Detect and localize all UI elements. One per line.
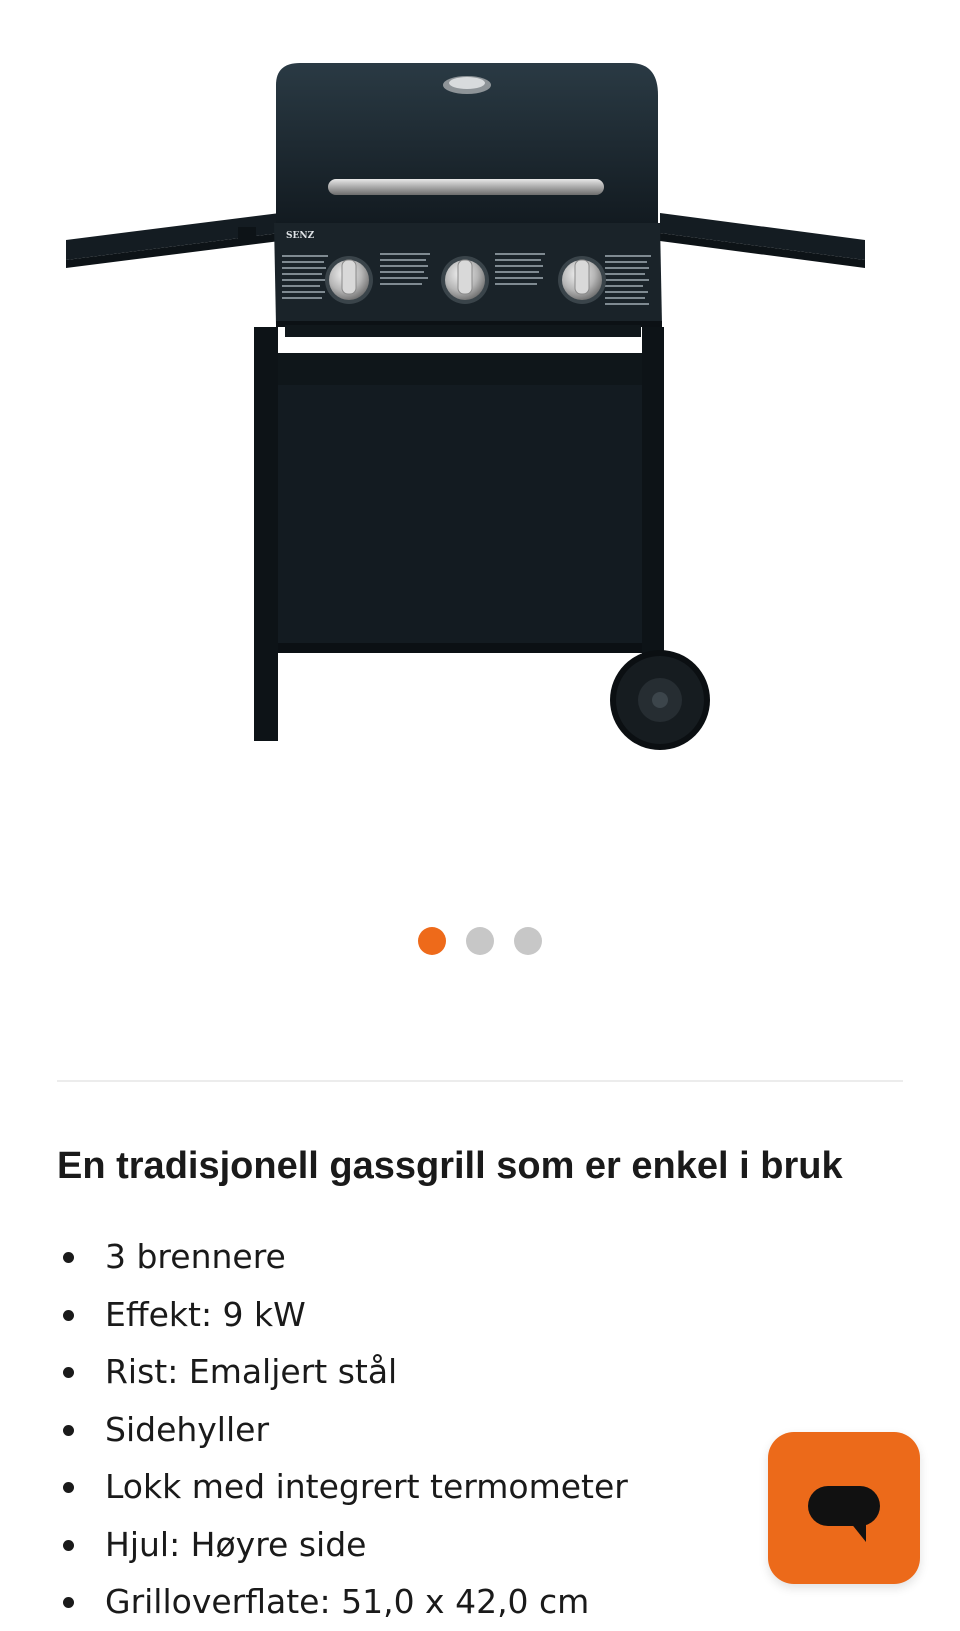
list-item: Sidehyller xyxy=(57,1401,628,1459)
burner-knob-2 xyxy=(441,256,489,304)
cart-wheel xyxy=(610,650,710,750)
bullet-icon xyxy=(63,1367,74,1378)
list-item: Lokk med integrert termometer xyxy=(57,1458,628,1516)
right-side-shelf xyxy=(660,213,865,268)
list-item: Effekt: 9 kW xyxy=(57,1286,628,1344)
burner-knob-1 xyxy=(325,256,373,304)
feature-text: Effekt: 9 kW xyxy=(105,1294,306,1334)
grill-lid xyxy=(276,63,658,225)
bullet-icon xyxy=(63,1424,74,1436)
feature-text: Rist: Emaljert stål xyxy=(105,1352,398,1391)
product-description-heading: En tradisjonell gassgrill som er enkel i… xyxy=(57,1145,843,1187)
bullet-icon xyxy=(63,1482,74,1493)
list-item: Hjul: Høyre side xyxy=(57,1516,628,1574)
feature-text: Grilloverflate: 51,0 x 42,0 cm xyxy=(105,1582,590,1621)
bullet-icon xyxy=(63,1252,74,1263)
feature-text: 3 brennere xyxy=(105,1237,286,1276)
feature-list: 3 brennere Effekt: 9 kW Rist: Emaljert s… xyxy=(57,1228,628,1631)
list-item: 3 brennere xyxy=(57,1228,628,1286)
list-item: Rist: Emaljert stål xyxy=(57,1343,628,1401)
burner-knob-3 xyxy=(558,256,606,304)
carousel-dot-2[interactable] xyxy=(466,927,494,955)
grill-cart xyxy=(254,325,664,741)
chat-bubble-icon xyxy=(808,1486,880,1542)
list-item: Grilloverflate: 51,0 x 42,0 cm xyxy=(57,1573,628,1631)
section-divider xyxy=(57,1080,903,1082)
bullet-icon xyxy=(63,1597,74,1608)
feature-text: Sidehyller xyxy=(105,1409,270,1449)
feature-text: Hjul: Høyre side xyxy=(105,1524,367,1564)
carousel-pagination xyxy=(0,927,960,957)
product-image: SENZ xyxy=(66,63,865,750)
carousel-dot-3[interactable] xyxy=(514,927,542,955)
carousel-dot-1[interactable] xyxy=(418,927,446,955)
brand-plate: SENZ xyxy=(286,231,315,241)
lid-handle xyxy=(328,179,604,195)
bullet-icon xyxy=(63,1309,74,1321)
chat-button[interactable] xyxy=(768,1432,920,1584)
feature-text: Lokk med integrert termometer xyxy=(105,1467,628,1506)
bullet-icon xyxy=(63,1539,74,1551)
left-side-shelf xyxy=(66,213,280,268)
